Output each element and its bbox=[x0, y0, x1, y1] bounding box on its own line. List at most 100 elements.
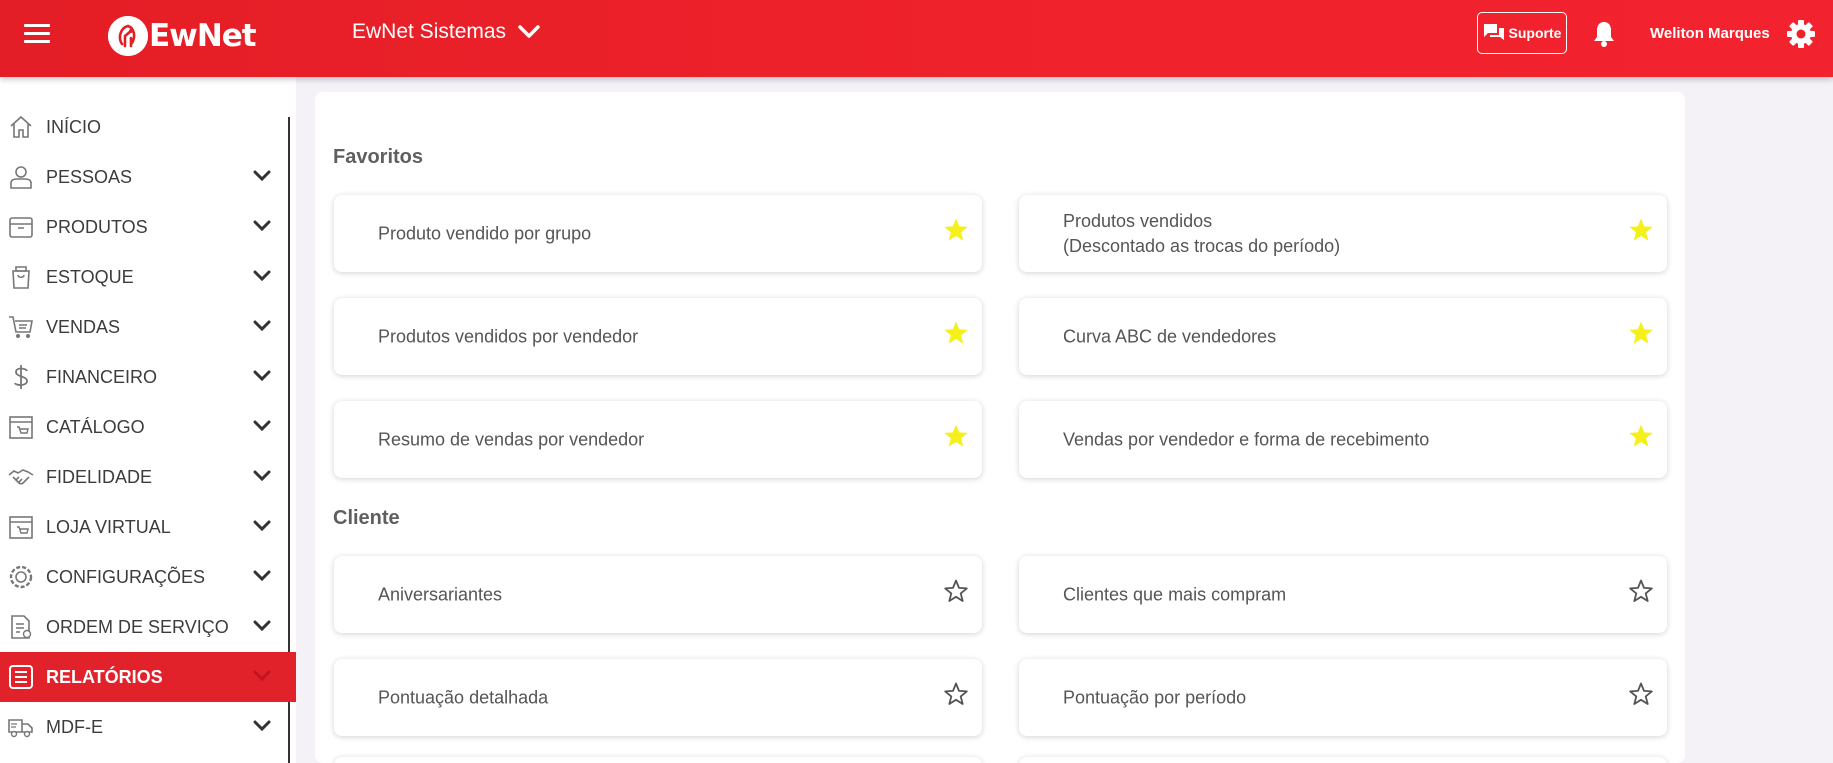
report-card[interactable]: Clientes que mais compram bbox=[1019, 556, 1667, 633]
sidebar-item-mdf-e[interactable]: MDF-E bbox=[0, 702, 296, 752]
sidebar-item-financeiro[interactable]: FINANCEIRO bbox=[0, 352, 296, 402]
store-icon bbox=[8, 514, 34, 540]
sidebar-item-pessoas[interactable]: PESSOAS bbox=[0, 152, 296, 202]
star-filled-icon[interactable] bbox=[943, 217, 969, 243]
sidebar-item-label: ORDEM DE SERVIÇO bbox=[46, 616, 229, 637]
gear-icon[interactable] bbox=[1786, 19, 1816, 54]
sidebar-item-relatorios[interactable]: RELATÓRIOS bbox=[0, 652, 296, 702]
report-card[interactable]: Aniversariantes bbox=[334, 556, 982, 633]
report-card[interactable]: Produtos vendidos por vendedor bbox=[334, 298, 982, 375]
chevron-down-icon bbox=[253, 620, 271, 632]
sidebar-item-vendas[interactable]: VENDAS bbox=[0, 302, 296, 352]
star-filled-icon[interactable] bbox=[943, 320, 969, 346]
chevron-down-icon bbox=[253, 370, 271, 382]
star-filled-icon[interactable] bbox=[1628, 320, 1654, 346]
company-selector[interactable]: EwNet Sistemas bbox=[352, 20, 540, 44]
sidebar: INÍCIO PESSOAS PRODUTOS ESTOQUE VENDAS F… bbox=[0, 77, 296, 763]
report-card-label: Produto vendido por grupo bbox=[378, 223, 592, 243]
star-outline-icon[interactable] bbox=[1628, 681, 1654, 707]
cart-icon bbox=[8, 314, 34, 340]
sidebar-item-label: PESSOAS bbox=[46, 166, 133, 187]
chevron-down-icon bbox=[253, 270, 271, 282]
star-filled-icon[interactable] bbox=[943, 423, 969, 449]
handshake-icon bbox=[8, 464, 34, 490]
settings-icon bbox=[8, 564, 34, 590]
sidebar-item-label: PRODUTOS bbox=[46, 216, 148, 237]
sidebar-item-label: ESTOQUE bbox=[46, 266, 134, 287]
bag-icon bbox=[8, 264, 34, 290]
menu-icon[interactable] bbox=[24, 24, 50, 46]
report-card[interactable]: Resumo de vendas por vendedor bbox=[334, 401, 982, 478]
report-card-label: Produtos vendidos (Descontado as trocas … bbox=[1063, 210, 1341, 256]
sidebar-item-fidelidade[interactable]: FIDELIDADE bbox=[0, 452, 296, 502]
catalog-icon bbox=[8, 414, 34, 440]
bell-icon[interactable] bbox=[1592, 20, 1616, 53]
star-outline-icon[interactable] bbox=[943, 578, 969, 604]
report-card[interactable]: Vendas por vendedor e forma de recebimen… bbox=[1019, 401, 1667, 478]
report-card[interactable]: Curva ABC de vendedores bbox=[1019, 298, 1667, 375]
reports-panel: Favoritos Produto vendido por grupo Prod… bbox=[315, 92, 1685, 763]
sidebar-item-produtos[interactable]: PRODUTOS bbox=[0, 202, 296, 252]
report-card[interactable]: Produto vendido por grupo bbox=[334, 195, 982, 272]
user-name[interactable]: Weliton Marques bbox=[1650, 25, 1770, 42]
sidebar-item-label: FINANCEIRO bbox=[46, 366, 158, 387]
support-label: Suporte bbox=[1508, 25, 1562, 41]
sidebar-item-label: LOJA VIRTUAL bbox=[46, 516, 171, 537]
chevron-down-icon bbox=[253, 320, 271, 332]
star-outline-icon[interactable] bbox=[1628, 578, 1654, 604]
sidebar-item-label: RELATÓRIOS bbox=[46, 666, 163, 687]
report-card-label: Pontuação detalhada bbox=[378, 687, 549, 707]
sidebar-item-label: VENDAS bbox=[46, 316, 121, 337]
chevron-down-icon bbox=[253, 170, 271, 182]
report-card-label: Aniversariantes bbox=[378, 584, 503, 604]
list-icon bbox=[8, 664, 34, 690]
chevron-down-icon bbox=[253, 720, 271, 732]
chevron-down-icon bbox=[253, 470, 271, 482]
chevron-down-icon bbox=[518, 25, 540, 38]
chat-icon bbox=[1483, 24, 1504, 40]
chevron-down-icon bbox=[253, 670, 271, 682]
report-card-partial[interactable] bbox=[1019, 757, 1667, 763]
star-filled-icon[interactable] bbox=[1628, 217, 1654, 243]
report-card-label: Curva ABC de vendedores bbox=[1063, 326, 1277, 346]
chevron-down-icon bbox=[253, 570, 271, 582]
logo[interactable]: EwNet bbox=[108, 10, 257, 62]
sidebar-item-inicio[interactable]: INÍCIO bbox=[0, 102, 296, 152]
section-title-favoritos: Favoritos bbox=[333, 146, 424, 168]
report-card[interactable]: Pontuação por período bbox=[1019, 659, 1667, 736]
sidebar-item-label: FIDELIDADE bbox=[46, 466, 153, 487]
company-name: EwNet Sistemas bbox=[352, 20, 507, 43]
sidebar-item-label: CATÁLOGO bbox=[46, 416, 145, 437]
chevron-down-icon bbox=[253, 520, 271, 532]
report-card-label: Vendas por vendedor e forma de recebimen… bbox=[1063, 429, 1430, 449]
star-outline-icon[interactable] bbox=[943, 681, 969, 707]
truck-icon bbox=[8, 714, 34, 740]
report-card-partial[interactable] bbox=[334, 757, 982, 763]
sidebar-item-loja-virtual[interactable]: LOJA VIRTUAL bbox=[0, 502, 296, 552]
sidebar-item-configuracoes[interactable]: CONFIGURAÇÕES bbox=[0, 552, 296, 602]
report-card[interactable]: Produtos vendidos (Descontado as trocas … bbox=[1019, 195, 1667, 272]
document-icon bbox=[8, 614, 34, 640]
report-card[interactable]: Pontuação detalhada bbox=[334, 659, 982, 736]
sidebar-item-label: MDF-E bbox=[46, 716, 103, 737]
chevron-down-icon bbox=[253, 220, 271, 232]
logo-text: EwNet bbox=[149, 18, 257, 54]
report-card-label: Clientes que mais compram bbox=[1063, 584, 1287, 604]
top-bar: EwNet EwNet Sistemas Suporte Weliton Mar… bbox=[0, 0, 1833, 77]
sidebar-item-estoque[interactable]: ESTOQUE bbox=[0, 252, 296, 302]
logo-mark-icon bbox=[108, 16, 148, 56]
star-filled-icon[interactable] bbox=[1628, 423, 1654, 449]
section-title-cliente: Cliente bbox=[333, 507, 400, 529]
sidebar-item-catalogo[interactable]: CATÁLOGO bbox=[0, 402, 296, 452]
sidebar-item-label: CONFIGURAÇÕES bbox=[46, 566, 206, 587]
chevron-down-icon bbox=[253, 420, 271, 432]
home-icon bbox=[8, 114, 34, 140]
report-card-label: Resumo de vendas por vendedor bbox=[378, 429, 645, 449]
report-card-label: Produtos vendidos por vendedor bbox=[378, 326, 639, 346]
sidebar-item-ordem-de-servico[interactable]: ORDEM DE SERVIÇO bbox=[0, 602, 296, 652]
person-icon bbox=[8, 164, 34, 190]
dollar-icon bbox=[8, 364, 34, 390]
support-button[interactable]: Suporte bbox=[1477, 12, 1567, 54]
sidebar-item-label: INÍCIO bbox=[46, 116, 102, 137]
box-icon bbox=[8, 214, 34, 240]
